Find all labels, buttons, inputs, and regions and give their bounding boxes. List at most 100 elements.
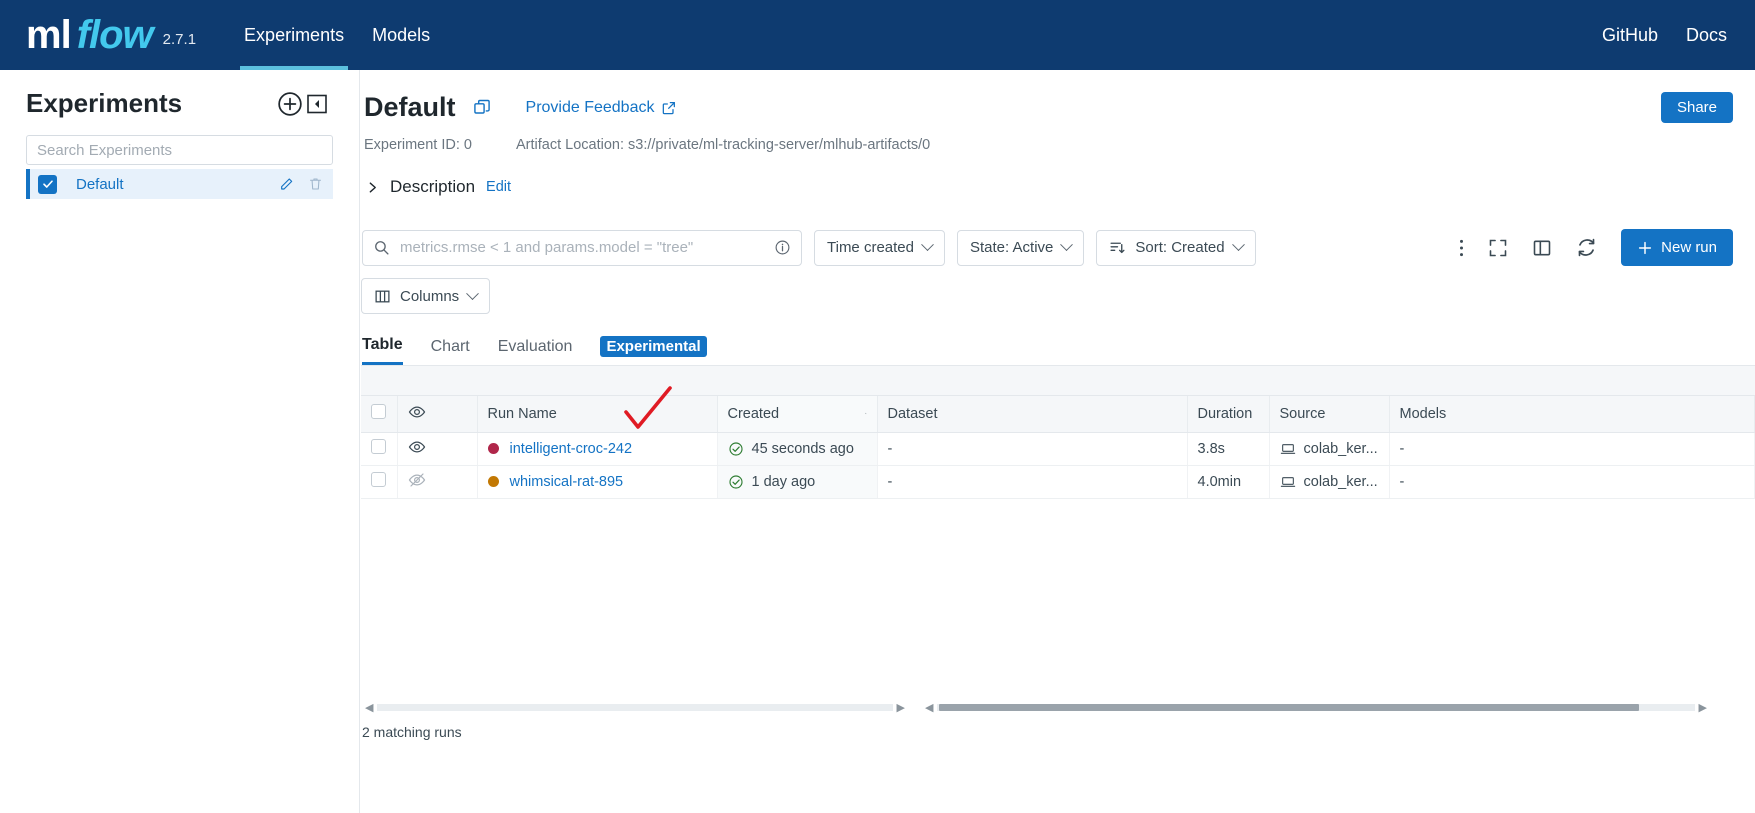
experiment-row-actions [279,176,323,192]
tab-table[interactable]: Table [362,336,403,365]
sidebar-item-default[interactable]: Default [26,169,333,199]
trash-icon[interactable] [308,176,323,192]
scroll-thumb[interactable] [939,704,1640,711]
row-checkbox[interactable] [371,472,386,487]
columns-row: Columns [361,278,1755,314]
row-duration-cell: 4.0min [1187,465,1270,499]
new-run-button[interactable]: New run [1621,229,1733,266]
experiment-checkbox[interactable] [38,174,57,194]
time-created-label: Time created [827,239,914,256]
state-filter-button[interactable]: State: Active [956,229,1085,266]
description-section[interactable]: Description Edit [361,177,1755,197]
sort-descending-icon [1110,242,1125,254]
nav-link-github[interactable]: GitHub [1602,0,1658,70]
column-header-duration[interactable]: Duration [1187,396,1270,433]
experimental-badge[interactable]: Experimental [600,336,707,357]
columns-button[interactable]: Columns [361,278,491,314]
row-run-name-cell[interactable]: whimsical-rat-895 [477,465,718,499]
visibility-header-cell[interactable] [397,396,478,433]
chevron-right-icon[interactable] [366,180,379,195]
nav-item-experiments[interactable]: Experiments [230,0,358,70]
runs-toolbar-icons: New run [1459,229,1755,266]
scroll-left-arrow-icon[interactable]: ◀ [361,701,377,714]
page-title: Default [364,92,456,122]
run-color-dot [487,475,499,487]
more-vertical-icon[interactable] [1459,238,1464,258]
mlflow-logo[interactable]: ml flow 2.7.1 [26,13,197,57]
side-panel-icon[interactable] [1532,238,1552,258]
eye-visible-icon[interactable] [408,438,426,456]
refresh-icon[interactable] [1576,237,1597,258]
horizontal-scrollbar-right[interactable]: ◀ ▶ [921,701,1711,715]
row-visibility-cell[interactable] [397,465,478,499]
artifact-location: Artifact Location: s3://private/ml-track… [516,137,931,153]
run-created-value: 45 seconds ago [751,440,854,457]
eye-hidden-icon[interactable] [408,471,426,489]
nav-item-models[interactable]: Models [358,0,444,70]
sort-icon[interactable] [865,406,867,421]
experiment-main-panel: Default Provide Feedback Share Experimen… [361,70,1755,813]
columns-button-label: Columns [400,287,460,305]
scroll-right-arrow-icon[interactable]: ▶ [1695,701,1711,714]
runs-table: Run Name Created Dataset Duration Source [361,396,1755,499]
run-source-value: colab_ker... [1303,473,1378,490]
info-circle-icon[interactable] [774,239,791,256]
column-header-run-name[interactable]: Run Name [477,396,718,433]
description-edit-link[interactable]: Edit [486,179,511,195]
row-visibility-cell[interactable] [397,432,478,466]
run-name-link[interactable]: intelligent-croc-242 [510,441,633,457]
table-row[interactable]: intelligent-croc-242 45 seconds ago - 3.… [361,432,1755,466]
column-header-created[interactable]: Created [717,396,878,433]
collapse-sidebar-icon[interactable] [305,92,329,116]
sort-button[interactable]: Sort: Created [1096,229,1256,266]
pencil-icon[interactable] [279,176,295,192]
plus-circle-icon[interactable] [277,91,303,117]
scroll-track-left[interactable] [377,704,893,711]
select-all-checkbox[interactable] [371,404,386,420]
run-name-link[interactable]: whimsical-rat-895 [510,474,624,490]
laptop-icon [1280,443,1295,454]
scroll-track-right[interactable] [937,704,1695,711]
row-source-cell[interactable]: colab_ker... [1269,465,1390,499]
share-button[interactable]: Share [1660,92,1733,123]
run-created-value: 1 day ago [751,473,816,490]
check-circle-icon [728,441,743,456]
logo-text-ml: ml [26,13,72,57]
scroll-left-arrow-icon[interactable]: ◀ [921,701,937,714]
sidebar-header: Experiments [0,70,359,127]
plus-icon [1639,241,1652,254]
column-header-dataset[interactable]: Dataset [877,396,1188,433]
fullscreen-icon[interactable] [1488,238,1508,258]
copy-icon[interactable] [472,98,492,118]
nav-link-docs[interactable]: Docs [1686,0,1727,70]
run-color-dot [487,442,499,454]
row-checkbox-cell[interactable] [361,465,398,499]
chevron-down-icon [1231,238,1245,252]
row-run-name-cell[interactable]: intelligent-croc-242 [477,432,718,466]
row-models-cell: - [1389,465,1755,499]
state-filter-label: State: Active [969,239,1054,256]
table-row[interactable]: whimsical-rat-895 1 day ago - 4.0min col… [361,465,1755,499]
version-label: 2.7.1 [162,31,197,48]
row-checkbox[interactable] [371,439,386,454]
tab-evaluation[interactable]: Evaluation [498,338,573,364]
search-experiments-input[interactable]: Search Experiments [26,135,333,165]
column-header-models[interactable]: Models [1389,396,1755,433]
scroll-right-arrow-icon[interactable]: ▶ [893,701,909,714]
row-duration-cell: 3.8s [1187,432,1270,466]
column-header-source[interactable]: Source [1269,396,1390,433]
tab-chart[interactable]: Chart [431,338,470,364]
check-circle-icon [728,474,743,489]
search-runs-input[interactable]: metrics.rmse < 1 and params.model = "tre… [362,229,802,266]
table-scrollbars: ◀ ▶ ◀ ▶ [361,701,1755,715]
search-experiments-placeholder: Search Experiments [37,141,173,159]
provide-feedback-link[interactable]: Provide Feedback [526,99,678,117]
row-source-cell[interactable]: colab_ker... [1269,432,1390,466]
experiment-meta-row: Experiment ID: 0 Artifact Location: s3:/… [361,137,1755,153]
description-label: Description [390,177,476,196]
horizontal-scrollbar-left[interactable]: ◀ ▶ [361,701,909,715]
time-created-filter-button[interactable]: Time created [814,229,945,266]
row-checkbox-cell[interactable] [361,432,398,466]
select-all-cell[interactable] [361,396,398,433]
eye-icon[interactable] [408,403,426,421]
